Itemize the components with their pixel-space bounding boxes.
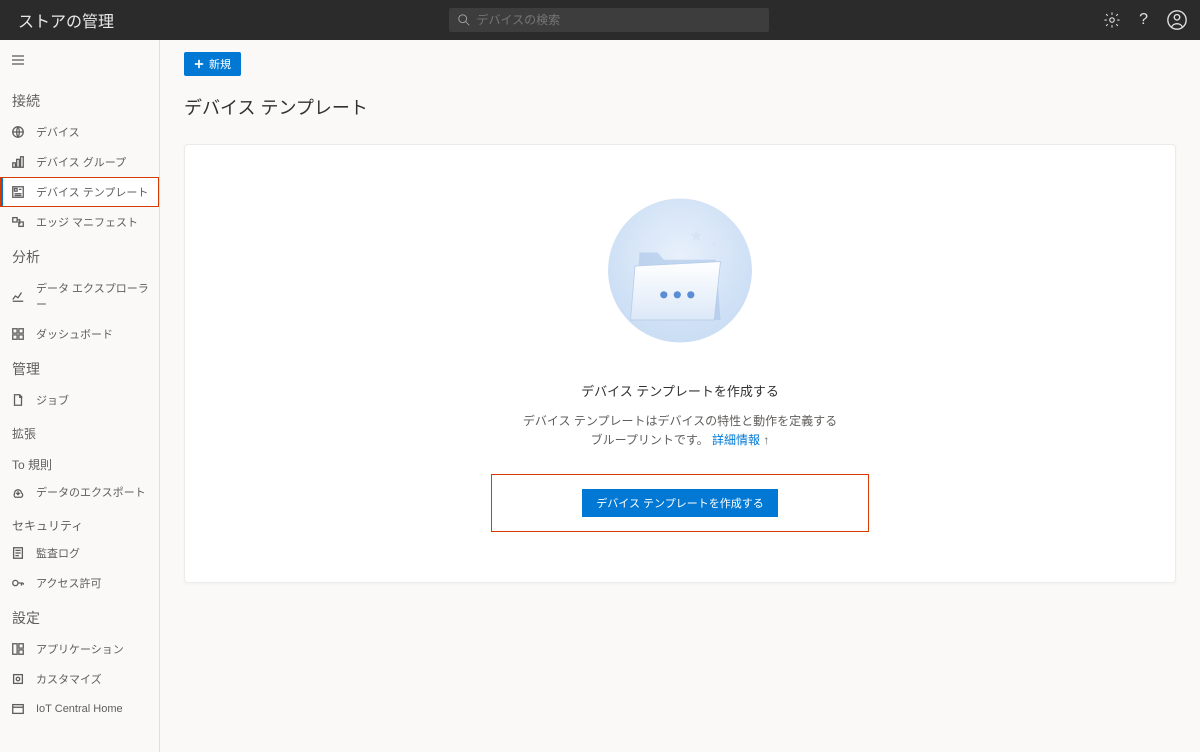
help-icon[interactable]: ?	[1139, 11, 1148, 29]
sidebar-item-label: 監査ログ	[36, 545, 80, 561]
line-chart-icon	[10, 288, 26, 304]
desc-line2: ブループリントです。	[591, 433, 709, 447]
empty-state-description: デバイス テンプレートはデバイスの特性と動作を定義する ブループリントです。 詳…	[523, 412, 837, 450]
section-manage: 管理	[0, 349, 159, 385]
sidebar-item-iot-home[interactable]: IoT Central Home	[0, 694, 159, 724]
search-box[interactable]	[449, 8, 769, 32]
key-icon	[10, 575, 26, 591]
sidebar: 接続 デバイス デバイス グループ デバイス テンプレート エッジ マニフェスト…	[0, 40, 160, 752]
new-button-label: 新規	[209, 56, 231, 72]
sidebar-item-permissions[interactable]: アクセス許可	[0, 568, 159, 598]
section-connect: 接続	[0, 81, 159, 117]
app-title: ストアの管理	[12, 8, 114, 32]
sidebar-item-label: ジョブ	[36, 392, 69, 408]
plus-icon	[194, 59, 204, 69]
empty-state-title: デバイス テンプレートを作成する	[581, 381, 779, 400]
section-analyze: 分析	[0, 237, 159, 273]
sidebar-item-edge-manifest[interactable]: エッジ マニフェスト	[0, 207, 159, 237]
folder-illustration	[590, 185, 770, 365]
user-icon[interactable]	[1166, 9, 1188, 31]
learn-more-link[interactable]: 詳細情報	[712, 433, 760, 447]
sidebar-item-label: データのエクスポート	[36, 484, 146, 500]
sidebar-item-label: ダッシュボード	[36, 326, 113, 342]
export-icon	[10, 484, 26, 500]
customize-icon	[10, 671, 26, 687]
sidebar-item-label: データ エクスプローラー	[36, 280, 149, 312]
header-actions: ?	[1103, 9, 1188, 31]
sidebar-item-label: IoT Central Home	[36, 703, 123, 715]
edge-icon	[10, 214, 26, 230]
main: 新規 デバイス テンプレート	[160, 40, 1200, 752]
bar-chart-icon	[10, 154, 26, 170]
sidebar-item-label: エッジ マニフェスト	[36, 214, 138, 230]
sidebar-item-device-templates[interactable]: デバイス テンプレート	[0, 177, 159, 207]
globe-icon	[10, 124, 26, 140]
sidebar-item-jobs[interactable]: ジョブ	[0, 385, 159, 415]
app-icon	[10, 641, 26, 657]
section-to-rules: To 規則	[0, 446, 159, 477]
search-wrap	[114, 8, 1103, 32]
sidebar-item-label: アクセス許可	[36, 575, 101, 591]
section-extend: 拡張	[0, 415, 159, 446]
create-button-highlight: デバイス テンプレートを作成する	[491, 474, 868, 532]
sidebar-item-data-export[interactable]: データのエクスポート	[0, 477, 159, 507]
external-link-icon: ↑	[763, 433, 769, 447]
section-security: セキュリティ	[0, 507, 159, 538]
sidebar-item-label: デバイス テンプレート	[36, 184, 148, 200]
document-icon	[10, 392, 26, 408]
sidebar-item-label: デバイス グループ	[36, 154, 126, 170]
page-title: デバイス テンプレート	[184, 94, 1176, 120]
sidebar-item-label: アプリケーション	[36, 641, 124, 657]
header: ストアの管理 ?	[0, 0, 1200, 40]
layout: 接続 デバイス デバイス グループ デバイス テンプレート エッジ マニフェスト…	[0, 40, 1200, 752]
sidebar-toggle[interactable]	[0, 40, 159, 81]
toolbar: 新規	[184, 52, 1176, 76]
dashboard-icon	[10, 326, 26, 342]
empty-state-card: デバイス テンプレートを作成する デバイス テンプレートはデバイスの特性と動作を…	[184, 144, 1176, 583]
sidebar-item-device-groups[interactable]: デバイス グループ	[0, 147, 159, 177]
sidebar-item-label: カスタマイズ	[36, 671, 102, 687]
sidebar-item-application[interactable]: アプリケーション	[0, 634, 159, 664]
gear-icon[interactable]	[1103, 11, 1121, 29]
home-icon	[10, 701, 26, 717]
sidebar-item-dashboard[interactable]: ダッシュボード	[0, 319, 159, 349]
sidebar-item-audit-log[interactable]: 監査ログ	[0, 538, 159, 568]
log-icon	[10, 545, 26, 561]
section-settings: 設定	[0, 598, 159, 634]
sidebar-item-devices[interactable]: デバイス	[0, 117, 159, 147]
sidebar-item-customize[interactable]: カスタマイズ	[0, 664, 159, 694]
sidebar-item-data-explorer[interactable]: データ エクスプローラー	[0, 273, 159, 319]
new-button[interactable]: 新規	[184, 52, 241, 76]
search-input[interactable]	[477, 13, 761, 27]
desc-line1: デバイス テンプレートはデバイスの特性と動作を定義する	[523, 414, 837, 428]
template-icon	[10, 184, 26, 200]
create-template-button[interactable]: デバイス テンプレートを作成する	[582, 489, 777, 517]
search-icon	[457, 13, 471, 27]
sidebar-item-label: デバイス	[36, 124, 80, 140]
